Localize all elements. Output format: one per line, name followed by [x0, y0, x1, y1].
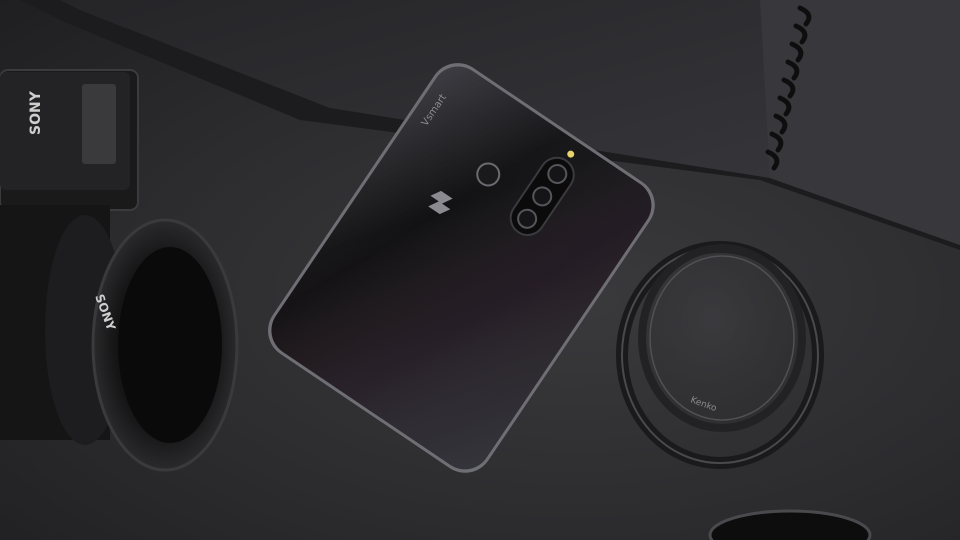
- lens-filter: Kenko: [616, 241, 824, 469]
- lens-cap: [708, 509, 872, 540]
- sony-lens: SONY: [0, 205, 239, 472]
- photo-canvas: SONY SONY Kenko Vsmart: [0, 0, 960, 540]
- battery-brand-text: SONY: [28, 90, 44, 135]
- sony-battery: SONY: [0, 69, 139, 211]
- product-photo: SONY SONY Kenko Vsmart: [0, 0, 960, 540]
